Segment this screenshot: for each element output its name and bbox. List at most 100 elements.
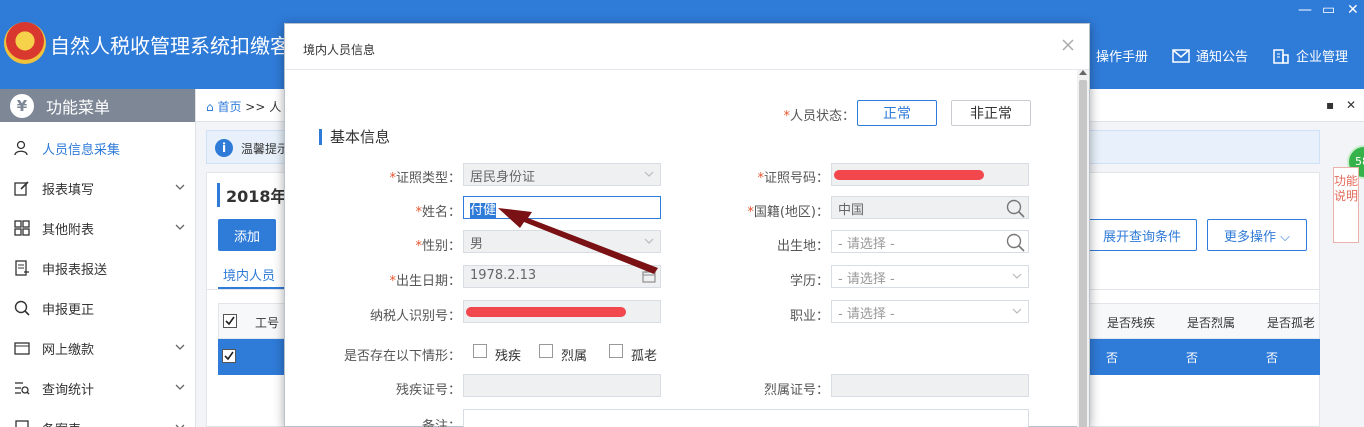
- nationality-value: 中国: [838, 203, 865, 218]
- edit-icon: [14, 181, 29, 196]
- situation-label: 是否存在以下情形：: [325, 345, 461, 364]
- martyr-family-checkbox[interactable]: [539, 344, 553, 358]
- chevron-down-icon: [175, 184, 185, 190]
- close-tab-icon[interactable]: ✕: [1346, 98, 1356, 112]
- disabled-checkbox[interactable]: [473, 344, 487, 358]
- occupation-placeholder: - 请选择 -: [838, 307, 895, 322]
- lonely-elder-checkbox[interactable]: [609, 344, 623, 358]
- sidebar-item-online-payment[interactable]: 网上缴款: [0, 328, 196, 368]
- sidebar-item-personnel[interactable]: 人员信息采集: [0, 128, 196, 168]
- id-type-label: *证照类型：: [389, 171, 461, 186]
- sidebar-item-label: 网上缴款: [42, 342, 95, 358]
- sidebar-item-query-stats[interactable]: 查询统计: [0, 368, 196, 408]
- notice-link[interactable]: 通知公告: [1172, 46, 1248, 65]
- report-send-icon: [15, 260, 29, 276]
- sidebar-item-other-schedules[interactable]: 其他附表: [0, 208, 196, 248]
- name-label: *姓名：: [415, 205, 461, 220]
- chevron-down-icon: [175, 384, 185, 390]
- birthdate-label-text: 出生日期：: [395, 274, 461, 289]
- taxpayer-id-label-text: 纳税人识别号：: [369, 309, 461, 324]
- sidebar-item-report-fill[interactable]: 报表填写: [0, 168, 196, 208]
- search-icon[interactable]: [1004, 232, 1026, 252]
- enterprise-link-label: 企业管理: [1296, 50, 1349, 65]
- breadcrumb-separator: >>: [245, 100, 266, 114]
- id-number-input[interactable]: [831, 163, 1029, 186]
- sidebar-item-label: 申报表报送: [42, 262, 108, 278]
- more-actions-button[interactable]: 更多操作 ⌵: [1207, 219, 1307, 251]
- taxpayer-id-input[interactable]: [463, 300, 661, 323]
- sidebar-item-report-send[interactable]: 申报表报送: [0, 248, 196, 288]
- sidebar-item-filing[interactable]: 备案表: [0, 408, 196, 427]
- sidebar: ¥ 功能菜单 人员信息采集 报表填写 其他附表 申报表报送 申报更正 网上缴款 …: [0, 89, 196, 427]
- row-checkbox[interactable]: [222, 349, 236, 363]
- user-icon: [14, 140, 28, 156]
- tab-list-icon[interactable]: ▪: [1326, 98, 1334, 112]
- check-icon: [224, 351, 234, 361]
- id-type-select[interactable]: 居民身份证: [463, 163, 661, 186]
- disabled-checkbox-label: 残疾: [495, 349, 522, 364]
- id-number-label: *证照号码：: [757, 171, 829, 186]
- close-window-button[interactable]: ✕: [1347, 2, 1359, 18]
- birthdate-input[interactable]: 1978.2.13: [463, 265, 661, 288]
- chevron-down-icon: [175, 344, 185, 350]
- id-number-label-text: 证照号码：: [763, 171, 829, 186]
- tab-domestic-personnel[interactable]: 境内人员: [223, 265, 275, 284]
- chevron-down-icon: [1012, 273, 1022, 279]
- sidebar-item-label: 查询统计: [42, 382, 95, 398]
- nationality-label-text: 国籍(地区)：: [753, 205, 829, 220]
- disability-cert-input[interactable]: [463, 374, 661, 397]
- sidebar-item-label: 申报更正: [42, 302, 95, 318]
- file-icon: [15, 420, 29, 427]
- breadcrumb-home[interactable]: 首页: [217, 100, 241, 114]
- sidebar-item-label: 其他附表: [42, 222, 95, 238]
- id-type-label-text: 证照类型：: [395, 171, 461, 186]
- column-header-lonely-elder: 是否孤老: [1267, 316, 1316, 330]
- manual-link-label: 操作手册: [1096, 50, 1149, 65]
- occupation-select[interactable]: - 请选择 -: [831, 300, 1029, 323]
- minimize-button[interactable]: —: [1298, 2, 1312, 18]
- birthplace-placeholder: - 请选择 -: [838, 237, 895, 252]
- scroll-thumb[interactable]: [1079, 80, 1087, 427]
- martyr-cert-input[interactable]: [831, 374, 1029, 397]
- column-header-employee-id: 工号: [255, 316, 280, 330]
- birthplace-input[interactable]: - 请选择 -: [831, 230, 1029, 253]
- column-header-disabled: 是否残疾: [1107, 316, 1156, 330]
- remark-textarea[interactable]: [463, 409, 1029, 427]
- calendar-icon[interactable]: [642, 270, 656, 283]
- sidebar-item-correction[interactable]: 申报更正: [0, 288, 196, 328]
- menu-title: 功能菜单: [46, 97, 111, 117]
- gender-select[interactable]: 男: [463, 230, 661, 253]
- select-all-checkbox[interactable]: [223, 314, 237, 328]
- mail-icon: [1172, 48, 1190, 63]
- birthdate-label: *出生日期：: [389, 274, 461, 289]
- cell-disabled: 否: [1106, 351, 1119, 365]
- function-help-tab[interactable]: 功能说明: [1333, 167, 1359, 243]
- martyr-cert-label-text: 烈属证号：: [763, 383, 829, 398]
- sidebar-item-label: 备案表: [42, 419, 81, 427]
- expand-query-button[interactable]: 展开查询条件: [1087, 219, 1197, 251]
- education-select[interactable]: - 请选择 -: [831, 265, 1029, 288]
- manual-link[interactable]: 操作手册: [1096, 46, 1148, 65]
- menu-header: ¥ 功能菜单: [0, 89, 195, 122]
- chevron-down-icon: [1012, 308, 1022, 314]
- grid-icon: [14, 220, 30, 236]
- redaction-mark: [466, 307, 626, 317]
- name-input[interactable]: 付健: [463, 196, 661, 219]
- chevron-down-icon: [644, 238, 654, 244]
- nationality-input[interactable]: 中国: [831, 196, 1029, 219]
- martyr-family-checkbox-label: 烈属: [561, 349, 588, 364]
- dialog-scrollbar[interactable]: [1077, 70, 1089, 427]
- search-icon[interactable]: [1004, 198, 1026, 218]
- status-abnormal-button[interactable]: 非正常: [951, 100, 1031, 126]
- enterprise-link[interactable]: 企业管理: [1272, 46, 1348, 65]
- breadcrumb-current: 人: [269, 100, 282, 114]
- scroll-up-arrow[interactable]: [1079, 70, 1087, 75]
- disability-cert-label-text: 残疾证号：: [395, 383, 461, 398]
- add-button[interactable]: 添加: [218, 219, 276, 251]
- chevron-down-icon: [644, 171, 654, 177]
- name-value: 付健: [470, 203, 497, 218]
- cell-martyr-family: 否: [1186, 351, 1199, 365]
- maximize-button[interactable]: ▭: [1322, 2, 1335, 18]
- close-icon[interactable]: [1061, 38, 1075, 52]
- status-normal-button[interactable]: 正常: [857, 100, 937, 126]
